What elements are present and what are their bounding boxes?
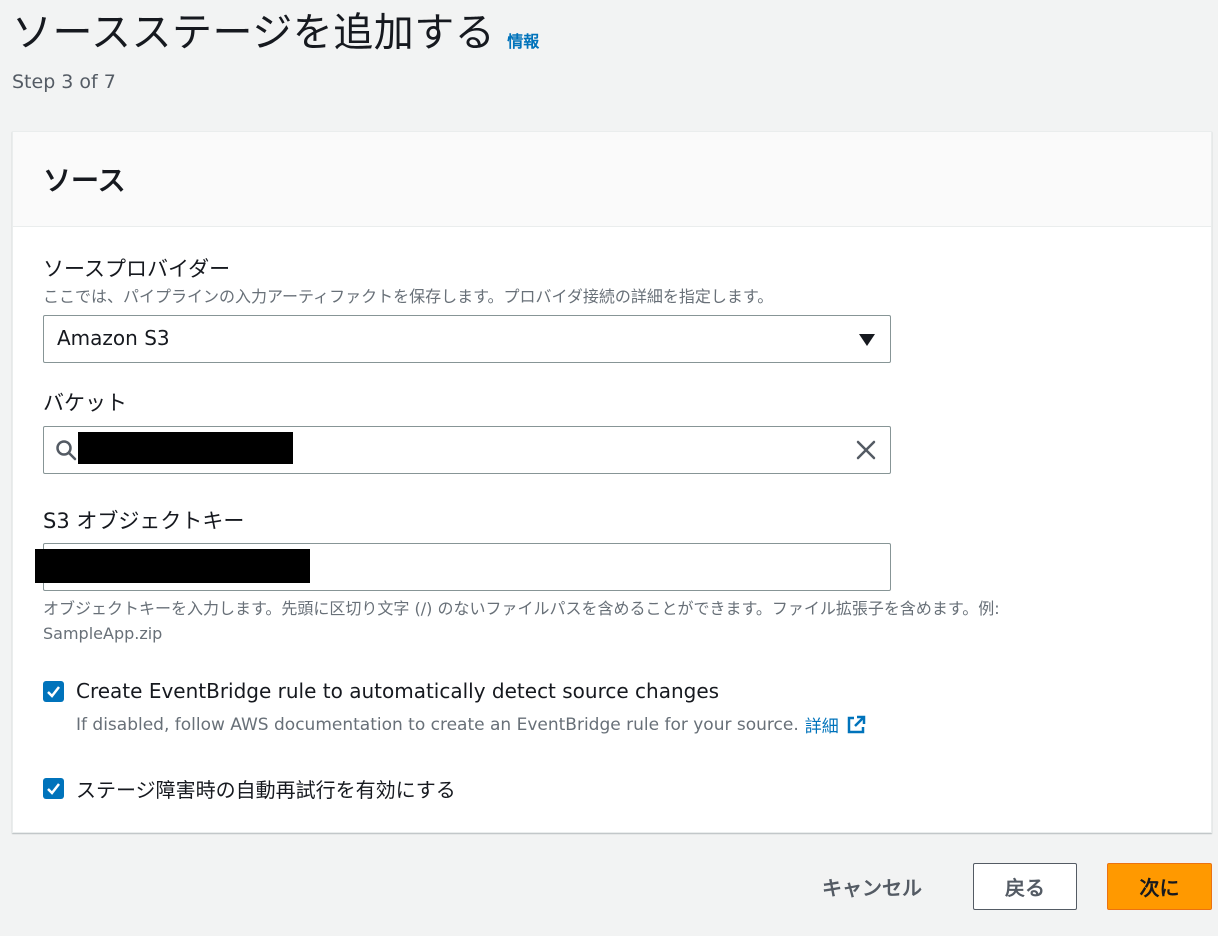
checkmark-icon	[47, 783, 60, 795]
source-provider-value: Amazon S3	[57, 326, 170, 350]
source-provider-select[interactable]: Amazon S3	[43, 315, 891, 363]
panel-title: ソース	[43, 164, 126, 197]
redacted-object-key-value	[35, 549, 310, 583]
eventbridge-checkbox-row[interactable]: Create EventBridge rule to automatically…	[43, 679, 719, 703]
eventbridge-checkbox-label: Create EventBridge rule to automatically…	[76, 679, 720, 703]
back-button[interactable]: 戻る	[973, 863, 1077, 910]
object-key-description-line2: SampleApp.zip	[43, 624, 163, 643]
external-link-icon	[847, 715, 865, 733]
page-title: ソースステージを追加する	[12, 10, 496, 56]
page-header: ソースステージを追加する 情報	[12, 6, 539, 60]
retry-checkbox-row[interactable]: ステージ障害時の自動再試行を有効にする	[43, 774, 456, 803]
more-details-link[interactable]: 詳細	[805, 712, 867, 737]
more-details-link-text: 詳細	[804, 717, 839, 737]
eventbridge-description: If disabled, follow AWS documentation to…	[76, 712, 867, 737]
search-icon	[56, 440, 77, 461]
cancel-button[interactable]: キャンセル	[810, 867, 934, 905]
bucket-label: バケット	[43, 391, 127, 415]
next-button[interactable]: 次に	[1107, 863, 1212, 910]
checkmark-icon	[47, 685, 60, 698]
step-indicator: Step 3 of 7	[12, 71, 116, 93]
redacted-bucket-value	[78, 432, 293, 464]
source-panel: ソース ソースプロバイダー ここでは、パイプラインの入力アーティファクトを保存し…	[12, 131, 1212, 833]
caret-down-icon	[859, 334, 875, 346]
retry-checkbox-label: ステージ障害時の自動再試行を有効にする	[76, 778, 456, 802]
clear-icon[interactable]	[854, 438, 878, 462]
info-link[interactable]: 情報	[507, 28, 539, 52]
eventbridge-description-text: If disabled, follow AWS documentation to…	[76, 714, 799, 735]
eventbridge-checkbox[interactable]	[43, 680, 64, 702]
source-provider-description: ここでは、パイプラインの入力アーティファクトを保存します。プロバイダ接続の詳細を…	[43, 287, 774, 306]
source-provider-label: ソースプロバイダー	[43, 257, 231, 281]
object-key-description-line1: オブジェクトキーを入力します。先頭に区切り文字 (/) のないファイルパスを含め…	[43, 599, 1000, 618]
object-key-label: S3 オブジェクトキー	[43, 509, 245, 533]
bucket-search-input[interactable]	[43, 426, 891, 474]
retry-checkbox[interactable]	[43, 778, 64, 799]
panel-header: ソース	[13, 132, 1211, 227]
